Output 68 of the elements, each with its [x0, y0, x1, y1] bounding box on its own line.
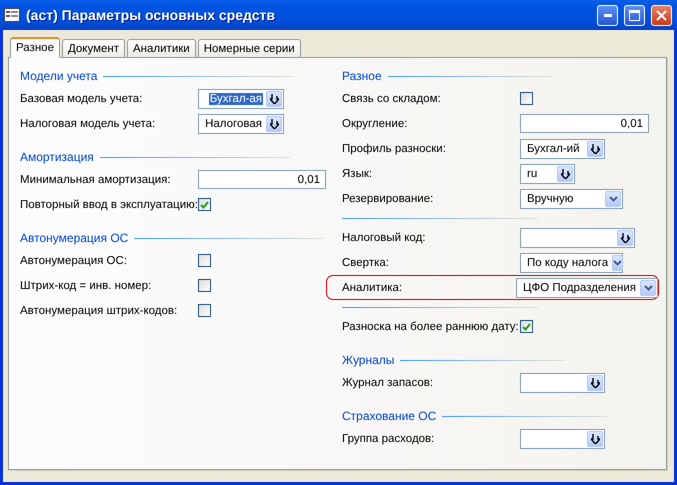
combo-box[interactable]: Бухгал-ий — [520, 138, 605, 158]
chevron-down-icon — [644, 284, 653, 290]
window-title: (аст) Параметры основных средств — [26, 7, 276, 23]
checkbox[interactable] — [198, 254, 211, 267]
section-title: Журналы — [342, 353, 394, 367]
combo-label: Налоговый код: — [342, 232, 426, 244]
section-title: Амортизация — [20, 150, 94, 164]
combo-label: Профиль разноски: — [342, 142, 447, 154]
field-label: Округление: — [342, 118, 408, 130]
chevron-down-icon — [613, 260, 622, 266]
checkbox[interactable] — [520, 320, 533, 333]
combo-label: Резервирование: — [342, 192, 434, 204]
text-field[interactable]: 0,01 — [520, 114, 649, 133]
tab[interactable]: Аналитики — [127, 39, 196, 57]
dropdown-button[interactable] — [587, 374, 603, 390]
section-title: Страхование ОС — [342, 409, 436, 423]
tab[interactable]: Документ — [62, 39, 125, 57]
checkmark-icon — [522, 322, 531, 330]
combo-label: Журнал запасов: — [342, 376, 434, 388]
maximize-button[interactable] — [624, 4, 645, 26]
combo-label: Налоговая модель учета: — [20, 118, 156, 130]
dropdown-button[interactable] — [617, 230, 633, 246]
combo-label: Аналитика: — [342, 282, 404, 294]
combo-box[interactable]: Бухгал-ая — [198, 88, 284, 108]
checkbox-label: Автонумерация штрих-кодов: — [20, 304, 178, 316]
checkbox-label: Автонумерация ОС: — [20, 254, 128, 266]
chevron-down-icon — [608, 196, 618, 202]
combo-label: Группа расходов: — [342, 432, 436, 444]
tab[interactable]: Разное — [10, 37, 60, 58]
checkbox-label: Штрих-код = инв. номер: — [20, 280, 152, 292]
close-button[interactable] — [651, 4, 672, 26]
combo-box[interactable]: ru — [520, 164, 575, 184]
dropdown-button[interactable] — [612, 254, 624, 270]
dropdown-button[interactable] — [587, 430, 603, 446]
checkbox-label: Разноска на более раннюю дату: — [342, 320, 520, 332]
combo-box[interactable] — [520, 428, 605, 448]
minimize-button[interactable] — [597, 4, 618, 26]
minimize-icon — [604, 14, 612, 16]
tab[interactable]: Номерные серии — [198, 39, 301, 57]
section-title: Модели учета — [20, 69, 98, 83]
dropdown-button[interactable] — [640, 280, 656, 296]
combo-box[interactable]: ЦФО Подразделения — [516, 278, 658, 298]
checkmark-icon — [200, 200, 209, 208]
form-icon — [4, 8, 20, 22]
combo-box[interactable] — [520, 372, 605, 392]
combo-label: Свертка: — [342, 256, 390, 268]
dropdown-button[interactable] — [266, 116, 282, 132]
checkbox[interactable] — [198, 198, 211, 211]
text-field[interactable]: 0,01 — [198, 170, 326, 189]
dropdown-button[interactable] — [587, 140, 603, 156]
dropdown-button[interactable] — [605, 190, 621, 206]
close-icon — [656, 10, 667, 20]
combo-box[interactable]: Вручную — [520, 188, 623, 208]
checkbox-label: Повторный ввод в эксплуатацию: — [20, 198, 198, 210]
combo-label: Язык: — [342, 168, 374, 180]
maximize-icon — [629, 10, 640, 20]
checkbox[interactable] — [198, 304, 211, 317]
combo-label: Базовая модель учета: — [20, 92, 144, 104]
checkbox-label: Связь со складом: — [342, 92, 442, 104]
section-title: Разное — [342, 69, 382, 83]
checkbox[interactable] — [520, 92, 533, 105]
section-title: Автонумерация ОС — [20, 231, 128, 245]
combo-box[interactable]: Налоговая — [198, 114, 284, 134]
combo-box[interactable]: По коду налога — [520, 252, 623, 272]
field-label: Минимальная амортизация: — [20, 174, 172, 186]
checkbox[interactable] — [198, 279, 211, 292]
dropdown-button[interactable] — [557, 166, 573, 182]
dropdown-button[interactable] — [266, 90, 282, 106]
